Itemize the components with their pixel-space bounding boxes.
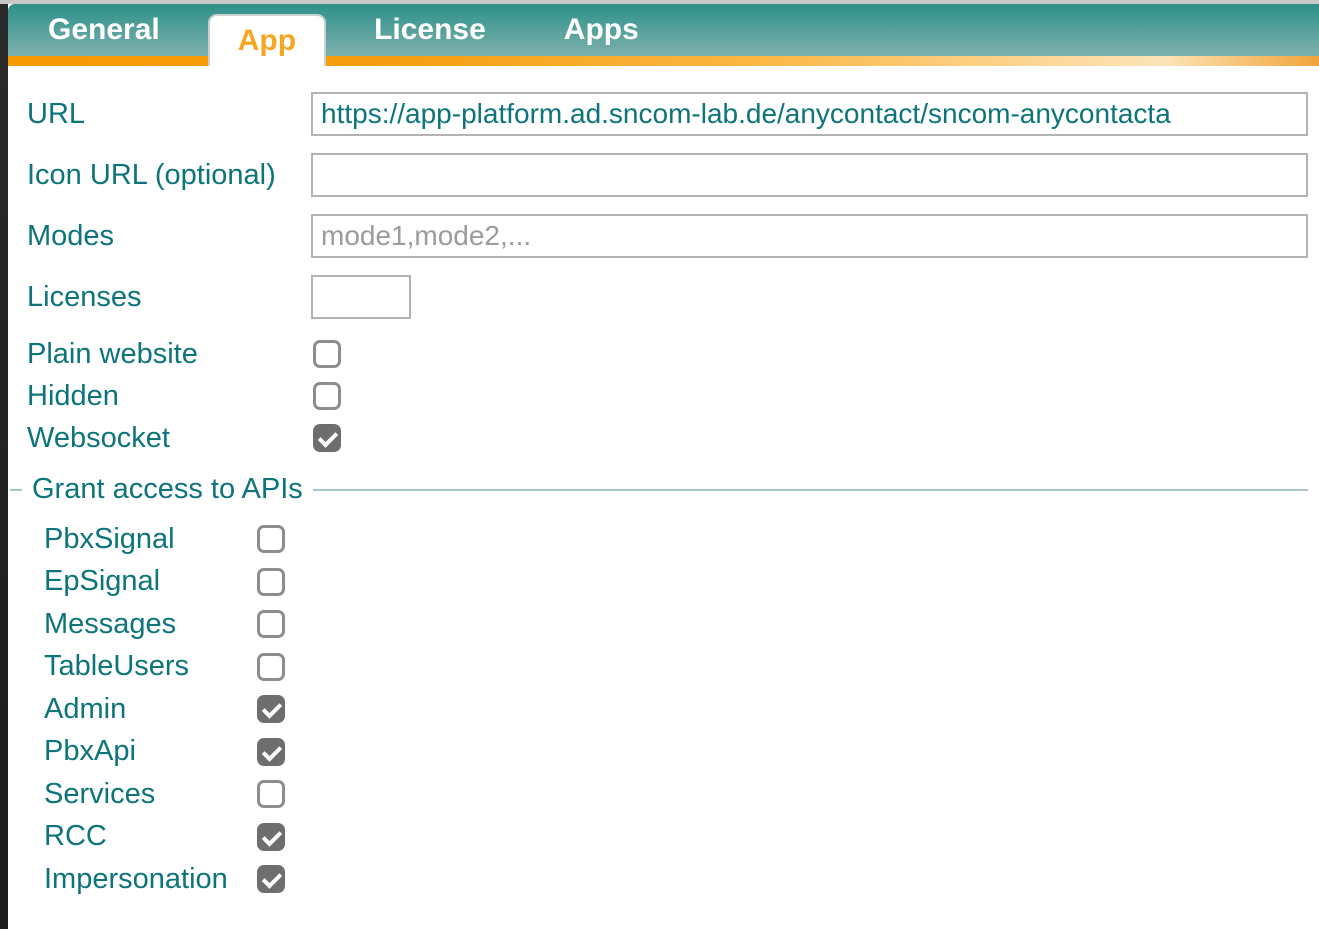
tableusers-checkbox[interactable] bbox=[257, 653, 285, 681]
icon-url-field-row: Icon URL (optional) bbox=[27, 153, 1308, 197]
rcc-checkbox[interactable] bbox=[257, 823, 285, 851]
background-left-edge bbox=[0, 4, 8, 929]
messages-label: Messages bbox=[44, 608, 257, 641]
modes-field-row: Modes bbox=[27, 214, 1308, 258]
modes-label: Modes bbox=[27, 220, 311, 253]
url-field-row: URL bbox=[27, 92, 1308, 136]
messages-checkbox[interactable] bbox=[257, 610, 285, 638]
rcc-label: RCC bbox=[44, 820, 257, 853]
hidden-row: Hidden bbox=[27, 375, 1308, 417]
tab-apps[interactable]: Apps bbox=[534, 4, 669, 56]
tab-app[interactable]: App bbox=[208, 14, 326, 66]
epsignal-row: EpSignal bbox=[44, 561, 1308, 604]
icon-url-label: Icon URL (optional) bbox=[27, 159, 311, 192]
messages-row: Messages bbox=[44, 603, 1308, 646]
hidden-checkbox[interactable] bbox=[313, 382, 341, 410]
admin-checkbox[interactable] bbox=[257, 695, 285, 723]
pbxapi-checkbox[interactable] bbox=[257, 738, 285, 766]
tableusers-row: TableUsers bbox=[44, 646, 1308, 689]
tab-bar: General App License Apps bbox=[8, 4, 1319, 66]
screen-background: General App License Apps URL Icon URL (o… bbox=[0, 0, 1319, 929]
licenses-label: Licenses bbox=[27, 281, 311, 314]
licenses-field-row: Licenses bbox=[27, 275, 1308, 319]
services-label: Services bbox=[44, 778, 257, 811]
api-access-legend: Grant access to APIs bbox=[22, 473, 313, 506]
licenses-input[interactable] bbox=[311, 275, 411, 319]
pbxsignal-checkbox[interactable] bbox=[257, 525, 285, 553]
impersonation-label: Impersonation bbox=[44, 863, 257, 896]
epsignal-checkbox[interactable] bbox=[257, 568, 285, 596]
tab-general[interactable]: General bbox=[18, 4, 190, 56]
admin-label: Admin bbox=[44, 693, 257, 726]
websocket-row: Websocket bbox=[27, 417, 1308, 459]
pbxsignal-row: PbxSignal bbox=[44, 518, 1308, 561]
impersonation-row: Impersonation bbox=[44, 858, 1308, 901]
pbxsignal-label: PbxSignal bbox=[44, 523, 257, 556]
pbxapi-label: PbxApi bbox=[44, 735, 257, 768]
api-access-list: PbxSignal EpSignal Messages TableUsers bbox=[10, 506, 1308, 901]
app-settings-dialog: General App License Apps URL Icon URL (o… bbox=[8, 4, 1319, 929]
plain-website-checkbox[interactable] bbox=[313, 340, 341, 368]
admin-row: Admin bbox=[44, 688, 1308, 731]
api-access-fieldset: Grant access to APIs PbxSignal EpSignal … bbox=[10, 473, 1308, 901]
tableusers-label: TableUsers bbox=[44, 650, 257, 683]
rcc-row: RCC bbox=[44, 816, 1308, 859]
icon-url-input[interactable] bbox=[311, 153, 1308, 197]
url-label: URL bbox=[27, 98, 311, 131]
app-tab-content: URL Icon URL (optional) Modes Licenses P… bbox=[8, 66, 1319, 901]
pbxapi-row: PbxApi bbox=[44, 731, 1308, 774]
epsignal-label: EpSignal bbox=[44, 565, 257, 598]
services-row: Services bbox=[44, 773, 1308, 816]
url-input[interactable] bbox=[311, 92, 1308, 136]
modes-input[interactable] bbox=[311, 214, 1308, 258]
services-checkbox[interactable] bbox=[257, 780, 285, 808]
tab-license[interactable]: License bbox=[344, 4, 516, 56]
impersonation-checkbox[interactable] bbox=[257, 865, 285, 893]
plain-website-row: Plain website bbox=[27, 333, 1308, 375]
websocket-label: Websocket bbox=[27, 422, 313, 455]
tab-header: General App License Apps bbox=[8, 4, 1319, 66]
hidden-label: Hidden bbox=[27, 380, 313, 413]
websocket-checkbox[interactable] bbox=[313, 424, 341, 452]
plain-website-label: Plain website bbox=[27, 338, 313, 371]
